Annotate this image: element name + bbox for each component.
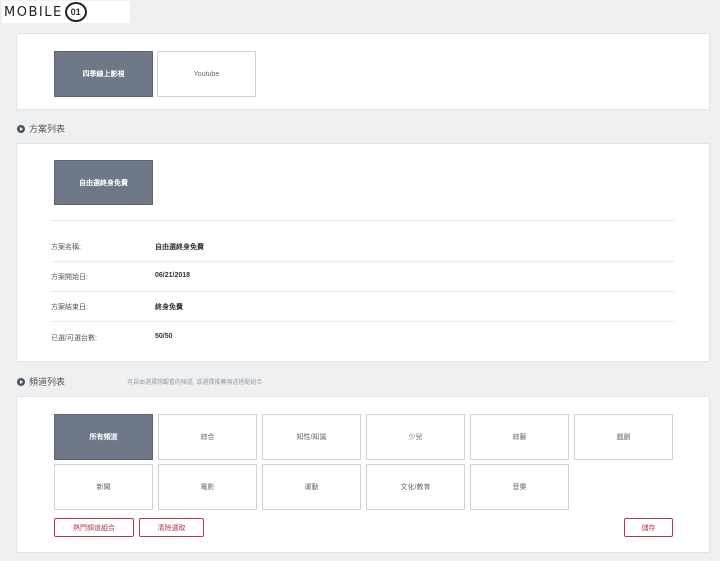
channel-tile-movies[interactable]: 電影: [158, 464, 257, 510]
channel-tile-drama[interactable]: 戲劇: [574, 414, 673, 460]
channel-tile-music[interactable]: 音樂: [470, 464, 569, 510]
plan-tile-label: 自由選終身免費: [79, 179, 128, 187]
logo-text: MOBILE: [4, 4, 63, 20]
divider: [51, 291, 675, 292]
logo-badge: 01: [64, 2, 87, 22]
channel-tile-label: 戲劇: [616, 434, 631, 441]
channel-tile-knowledge[interactable]: 知性/知識: [262, 414, 361, 460]
clear-selection-label: 清除選取: [157, 524, 186, 532]
divider: [51, 261, 675, 262]
channel-tile-label: 新聞: [96, 484, 111, 491]
clear-selection-button[interactable]: 清除選取: [139, 518, 204, 537]
channel-card: 所有頻道 綜合 知性/知識 少兒 綜藝 戲劇 新聞 電影 運動 文化/教育 音樂…: [16, 396, 710, 553]
channel-tile-label: 少兒: [408, 434, 423, 441]
plan-end-value: 終身免費: [155, 304, 183, 311]
channel-tile-label: 運動: [304, 484, 319, 491]
channel-section-title: 頻道列表: [29, 377, 66, 387]
plan-name-label: 方案名稱:: [51, 244, 81, 251]
channel-tile-culture[interactable]: 文化/教育: [366, 464, 465, 510]
play-bullet-icon: [17, 124, 25, 133]
popular-combo-button[interactable]: 熱門頻道組合: [54, 518, 134, 537]
channel-tile-label: 音樂: [512, 484, 527, 491]
platform-tile-1-label: 四季線上影視: [82, 71, 125, 78]
channel-tile-news[interactable]: 新聞: [54, 464, 153, 510]
channel-tile-label: 電影: [200, 484, 215, 491]
channel-tile-label: 綜合: [200, 434, 215, 441]
play-bullet-icon: [17, 377, 25, 386]
plan-name-value: 自由選終身免費: [155, 244, 204, 251]
platform-tile-2[interactable]: Youtube: [157, 51, 256, 97]
divider: [51, 220, 675, 221]
save-button[interactable]: 儲存: [624, 518, 673, 537]
channel-tile-label: 綜藝: [512, 434, 527, 441]
channel-tile-label: 所有頻道: [89, 434, 118, 441]
channel-tile-label: 文化/教育: [400, 484, 431, 491]
channel-tile-label: 知性/知識: [296, 434, 327, 441]
channel-tile-kids[interactable]: 少兒: [366, 414, 465, 460]
channel-tile-variety[interactable]: 綜藝: [470, 414, 569, 460]
channel-count-value: 50/50: [155, 333, 173, 340]
plan-tile[interactable]: 自由選終身免費: [54, 160, 153, 205]
channel-section-header: 頻道列表: [17, 375, 65, 388]
plan-end-label: 方案結束日:: [51, 304, 88, 311]
channel-section-hint: 可自由選擇想觀看的頻道, 或選擇推薦頻道搭配組合: [127, 380, 263, 386]
platform-tile-1[interactable]: 四季線上影視: [54, 51, 153, 97]
plan-start-value: 06/21/2018: [155, 272, 191, 279]
site-logo: MOBILE 01: [2, 1, 130, 23]
platform-card: 四季線上影視 Youtube: [16, 33, 710, 110]
plan-section-title: 方案列表: [29, 124, 66, 134]
divider: [51, 321, 675, 322]
channel-tile-sports[interactable]: 運動: [262, 464, 361, 510]
channel-count-label: 已選/可選台數:: [51, 335, 97, 342]
channel-tile-all[interactable]: 所有頻道: [54, 414, 153, 460]
popular-combo-label: 熱門頻道組合: [73, 524, 115, 532]
channel-tile-general[interactable]: 綜合: [158, 414, 257, 460]
save-label: 儲存: [641, 524, 656, 532]
plan-card: 自由選終身免費 方案名稱: 自由選終身免費 方案開始日: 06/21/2018 …: [16, 143, 710, 362]
plan-section-header: 方案列表: [17, 122, 65, 135]
platform-tile-2-label: Youtube: [193, 70, 220, 78]
plan-start-label: 方案開始日:: [51, 274, 88, 281]
